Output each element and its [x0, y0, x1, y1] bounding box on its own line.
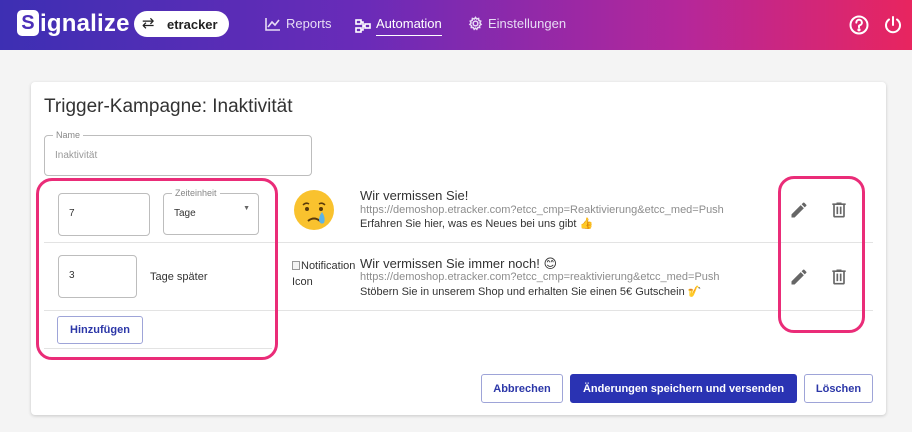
help-circle-icon	[849, 15, 869, 35]
site-selector[interactable]: ⇄ etracker	[134, 11, 229, 37]
trash-icon	[832, 202, 846, 218]
step2-delete-button[interactable]	[829, 267, 849, 287]
row-divider	[44, 348, 272, 349]
step2-edit-button[interactable]	[789, 267, 809, 287]
step2-body: Stöbern Sie in unserem Shop und erhalten…	[360, 286, 702, 298]
name-field[interactable]: Name Inaktivität	[44, 130, 312, 176]
site-selector-label: etracker	[167, 17, 218, 32]
power-icon	[885, 16, 901, 34]
chevron-down-icon: ▼	[243, 205, 250, 212]
page-title: Trigger-Kampagne: Inaktivität	[44, 96, 293, 117]
delete-campaign-button[interactable]: Löschen	[804, 374, 873, 403]
nav-reports[interactable]: Reports	[265, 16, 332, 31]
workflow-icon	[355, 19, 371, 33]
notification-icon-image: Notification Icon	[292, 258, 355, 290]
pencil-icon	[791, 269, 807, 285]
step1-body: Erfahren Sie hier, was es Neues bei uns …	[360, 218, 594, 230]
logout-button[interactable]	[883, 15, 903, 35]
step1-edit-button[interactable]	[789, 200, 809, 220]
logo-badge: S	[17, 10, 39, 36]
crying-face-emoji	[294, 190, 334, 230]
step1-unit-select[interactable]: Zeiteinheit Tage ▼	[163, 188, 259, 235]
step2-delay-input[interactable]: 3	[58, 255, 137, 298]
notification-image-alt: Notification	[301, 260, 356, 272]
save-and-send-button[interactable]: Änderungen speichern und versenden	[570, 374, 797, 403]
step1-delay-value: 7	[69, 208, 75, 219]
step1-delete-button[interactable]	[829, 200, 849, 220]
step1-unit-value: Tage	[174, 208, 196, 219]
step2-url: https://demoshop.etracker.com?etcc_cmp=r…	[360, 271, 720, 283]
top-navigation-bar: Signalize ⇄ etracker Reports Automation …	[0, 0, 912, 50]
nav-einstellungen[interactable]: Einstellungen	[468, 16, 566, 31]
step2-suffix: Tage später	[150, 271, 208, 283]
broken-image-icon	[292, 261, 300, 270]
notification-image-alt-2: Icon	[292, 276, 313, 288]
nav-automation[interactable]: Automation	[355, 16, 442, 36]
nav-einstellungen-label: Einstellungen	[488, 16, 567, 31]
nav-automation-label: Automation	[376, 16, 442, 36]
step2-delay-value: 3	[69, 270, 75, 281]
signalize-logo[interactable]: Signalize	[17, 10, 130, 38]
swap-arrows-icon: ⇄	[142, 15, 155, 32]
name-field-value: Inaktivität	[55, 150, 98, 161]
row-divider	[44, 242, 873, 243]
gear-icon	[468, 16, 483, 31]
help-button[interactable]	[849, 15, 869, 35]
cancel-button[interactable]: Abbrechen	[481, 374, 563, 403]
logo-text: ignalize	[40, 10, 130, 37]
step1-unit-label: Zeiteinheit	[172, 188, 220, 198]
name-field-label: Name	[53, 130, 84, 140]
add-step-button[interactable]: Hinzufügen	[57, 316, 143, 344]
step1-delay-input[interactable]: 7	[58, 193, 150, 236]
step1-title: Wir vermissen Sie!	[360, 188, 469, 203]
chart-line-icon	[265, 17, 280, 31]
step1-url: https://demoshop.etracker.com?etcc_cmp=R…	[360, 204, 724, 216]
pencil-icon	[791, 202, 807, 218]
nav-reports-label: Reports	[286, 16, 332, 31]
trash-icon	[832, 269, 846, 285]
row-divider	[44, 310, 873, 311]
step2-title: Wir vermissen Sie immer noch! 😊	[360, 256, 558, 271]
campaign-card	[31, 82, 886, 415]
